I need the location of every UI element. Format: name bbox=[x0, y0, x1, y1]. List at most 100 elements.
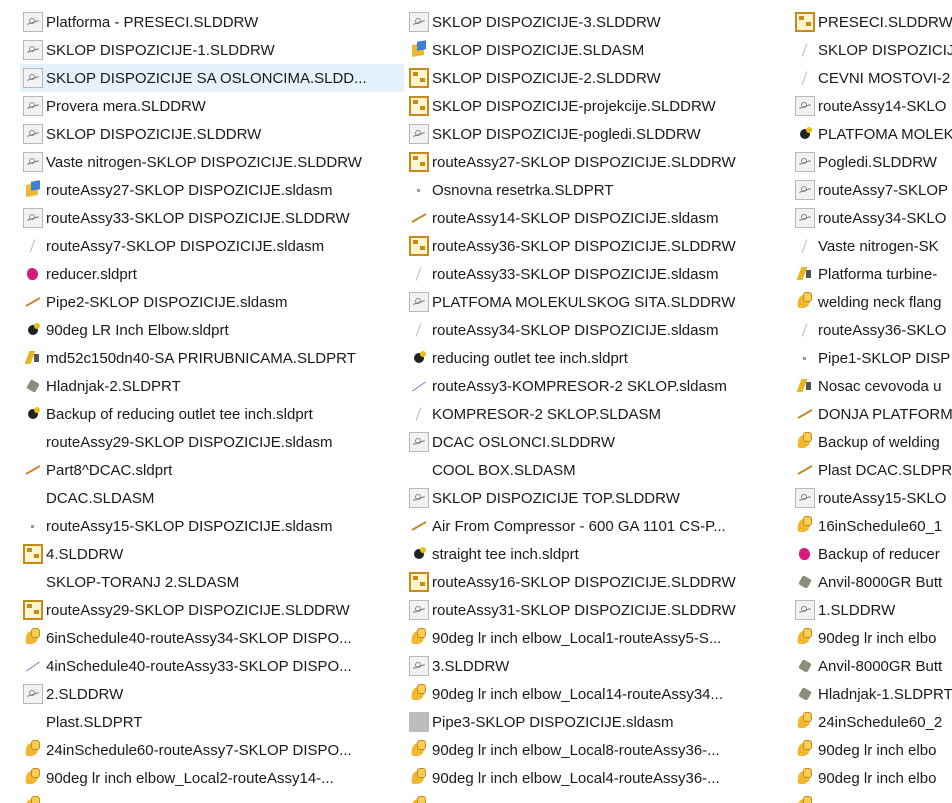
file-item[interactable]: SKLOP DISPOZICIJE- bbox=[792, 36, 952, 64]
file-item[interactable]: 4inSchedule40-routeAssy33-SKLOP DISPO... bbox=[20, 652, 404, 680]
file-item[interactable]: routeAssy33-SKLOP DISPOZICIJE.SLDDRW bbox=[20, 204, 404, 232]
file-item[interactable]: Plast.SLDPRT bbox=[20, 708, 404, 736]
file-item[interactable]: 24inSchedule60-routeAssy7-SKLOP DISPO... bbox=[20, 736, 404, 764]
file-item[interactable]: Pogledi.SLDDRW bbox=[792, 148, 952, 176]
file-item-label: Anvil-8000GR Butt bbox=[818, 657, 943, 675]
file-item[interactable]: 90deg lr inch elbow_Local14-routeAssy34.… bbox=[406, 680, 782, 708]
file-item[interactable]: reducing outlet tee inch.sldprt bbox=[406, 344, 782, 372]
file-item[interactable]: routeAssy14-SKLOP DISPOZICIJE.sldasm bbox=[406, 204, 782, 232]
file-item-label: DCAC.SLDASM bbox=[46, 489, 155, 507]
file-item[interactable]: md52c150dn40-SA PRIRUBNICAMA.SLDPRT bbox=[20, 344, 404, 372]
file-item[interactable]: 90deg lr inch elbo bbox=[792, 736, 952, 764]
file-item[interactable]: Backup of welding bbox=[792, 428, 952, 456]
file-item[interactable]: 3.SLDDRW bbox=[406, 652, 782, 680]
assembly-blue-icon bbox=[23, 180, 43, 200]
file-item[interactable]: 4.SLDDRW bbox=[20, 540, 404, 568]
file-item[interactable]: KOMPRESOR-2 SKLOP.SLDASM bbox=[406, 400, 782, 428]
file-item[interactable]: 16inSchedule60_1 bbox=[792, 512, 952, 540]
file-item-label: 16inSchedule60_1 bbox=[818, 517, 943, 535]
file-item[interactable]: PLATFOMA MOLEK bbox=[792, 120, 952, 148]
file-item[interactable]: Backup of reducer bbox=[792, 540, 952, 568]
file-item[interactable]: routeAssy15-SKLOP DISPOZICIJE.sldasm bbox=[20, 512, 404, 540]
file-item[interactable]: SKLOP DISPOZICIJE-1.SLDDRW bbox=[20, 36, 404, 64]
file-item-label: SKLOP DISPOZICIJE-1.SLDDRW bbox=[46, 41, 275, 59]
file-item-label: 90deg lr inch elbo bbox=[818, 741, 937, 759]
file-item[interactable]: reducer.sldprt bbox=[20, 260, 404, 288]
file-item[interactable]: 90deg LR Inch Elbow.sldprt bbox=[20, 316, 404, 344]
file-item[interactable]: 90deg lr inch elbo bbox=[792, 764, 952, 792]
file-item[interactable]: SKLOP DISPOZICIJE-pogledi.SLDDRW bbox=[406, 120, 782, 148]
file-item[interactable]: routeAssy29-SKLOP DISPOZICIJE.sldasm bbox=[20, 428, 404, 456]
file-item[interactable]: Pipe2-SKLOP DISPOZICIJE.sldasm bbox=[20, 288, 404, 316]
file-item[interactable]: Vaste nitrogen-SKLOP DISPOZICIJE.SLDDRW bbox=[20, 148, 404, 176]
file-item[interactable]: Plast DCAC.SLDPR bbox=[792, 456, 952, 484]
file-item[interactable]: routeAssy29-SKLOP DISPOZICIJE.SLDDRW bbox=[20, 596, 404, 624]
file-item[interactable]: straight tee inch.sldprt bbox=[406, 540, 782, 568]
file-item[interactable]: routeAssy31-SKLOP DISPOZICIJE.SLDDRW bbox=[406, 596, 782, 624]
file-item[interactable]: 90deg lr inch elbo bbox=[792, 624, 952, 652]
file-item[interactable]: routeAssy27-SKLOP DISPOZICIJE.SLDDRW bbox=[406, 148, 782, 176]
file-item[interactable]: 1.SLDDRW bbox=[792, 596, 952, 624]
file-item[interactable]: Air From Compressor - 600 GA 1101 CS-P..… bbox=[406, 512, 782, 540]
file-item[interactable]: PRESECI.SLDDRW bbox=[792, 8, 952, 36]
file-item[interactable]: DONJA PLATFORM bbox=[792, 400, 952, 428]
file-item[interactable]: Nosac cevovoda u bbox=[792, 372, 952, 400]
file-item[interactable]: 90deg lr inch elbow_Local1-routeAssy5-S.… bbox=[406, 624, 782, 652]
file-item[interactable]: SKLOP DISPOZICIJE SA OSLONCIMA.SLDD... bbox=[20, 64, 404, 92]
file-item[interactable]: Pipe3-SKLOP DISPOZICIJE.sldasm bbox=[406, 708, 782, 736]
file-item[interactable]: SKLOP DISPOZICIJE-3.SLDDRW bbox=[406, 8, 782, 36]
drawing-frame-icon bbox=[409, 236, 429, 256]
file-item[interactable]: routeAssy34-SKLO bbox=[792, 204, 952, 232]
file-item[interactable]: welding neck flang bbox=[792, 288, 952, 316]
file-item[interactable]: SKLOP-TORANJ 2.SLDASM bbox=[20, 568, 404, 596]
file-item[interactable]: COOL BOX.SLDASM bbox=[406, 456, 782, 484]
file-item[interactable]: routeAssy7-SKLOP DISPOZICIJE.sldasm bbox=[20, 232, 404, 260]
file-item[interactable] bbox=[792, 792, 952, 803]
blank-icon bbox=[23, 572, 43, 592]
drawing-sketch-icon bbox=[23, 68, 43, 88]
file-item[interactable]: PLATFOMA MOLEKULSKOG SITA.SLDDRW bbox=[406, 288, 782, 316]
file-item[interactable]: SKLOP DISPOZICIJE-projekcije.SLDDRW bbox=[406, 92, 782, 120]
file-item[interactable]: Anvil-8000GR Butt bbox=[792, 568, 952, 596]
file-item[interactable]: 24inSchedule60_2 bbox=[792, 708, 952, 736]
file-item[interactable]: routeAssy27-SKLOP DISPOZICIJE.sldasm bbox=[20, 176, 404, 204]
file-item[interactable]: SKLOP DISPOZICIJE TOP.SLDDRW bbox=[406, 484, 782, 512]
file-item[interactable]: routeAssy16-SKLOP DISPOZICIJE.SLDDRW bbox=[406, 568, 782, 596]
file-item[interactable]: Platforma - PRESECI.SLDDRW bbox=[20, 8, 404, 36]
file-item[interactable]: routeAssy7-SKLOP bbox=[792, 176, 952, 204]
file-item[interactable]: Part8^DCAC.sldprt bbox=[20, 456, 404, 484]
file-item[interactable]: Backup of reducing outlet tee inch.sldpr… bbox=[20, 400, 404, 428]
file-item[interactable]: routeAssy15-SKLO bbox=[792, 484, 952, 512]
file-item[interactable]: routeAssy34-SKLOP DISPOZICIJE.sldasm bbox=[406, 316, 782, 344]
file-item[interactable]: routeAssy36-SKLOP DISPOZICIJE.SLDDRW bbox=[406, 232, 782, 260]
file-item[interactable]: SKLOP DISPOZICIJE.SLDDRW bbox=[20, 120, 404, 148]
file-item-label: Plast.SLDPRT bbox=[46, 713, 143, 731]
file-item[interactable]: DCAC.SLDASM bbox=[20, 484, 404, 512]
file-item[interactable]: 90deg lr inch elbow_Local8-routeAssy36-.… bbox=[406, 736, 782, 764]
file-item[interactable]: Vaste nitrogen-SK bbox=[792, 232, 952, 260]
file-item[interactable]: Pipe1-SKLOP DISP bbox=[792, 344, 952, 372]
file-item[interactable]: Provera mera.SLDDRW bbox=[20, 92, 404, 120]
file-item[interactable] bbox=[406, 792, 782, 803]
file-item[interactable]: Hladnjak-1.SLDPRT bbox=[792, 680, 952, 708]
drawing-frame-icon bbox=[795, 12, 815, 32]
file-item[interactable]: Osnovna resetrka.SLDPRT bbox=[406, 176, 782, 204]
file-item[interactable]: CEVNI MOSTOVI-2 bbox=[792, 64, 952, 92]
file-item[interactable]: routeAssy3-KOMPRESOR-2 SKLOP.sldasm bbox=[406, 372, 782, 400]
file-item[interactable]: 90deg lr inch elbow_Local2-routeAssy14-.… bbox=[20, 764, 404, 792]
file-item[interactable]: Anvil-8000GR Butt bbox=[792, 652, 952, 680]
file-column-3: PRESECI.SLDDRW SKLOP DISPOZICIJE- CEVNI MO… bbox=[792, 8, 952, 803]
file-item[interactable]: routeAssy36-SKLO bbox=[792, 316, 952, 344]
file-item[interactable]: Hladnjak-2.SLDPRT bbox=[20, 372, 404, 400]
file-item[interactable]: 90deg lr inch elbow_Local4-routeAssy36-.… bbox=[406, 764, 782, 792]
file-item[interactable]: SKLOP DISPOZICIJE-2.SLDDRW bbox=[406, 64, 782, 92]
file-item[interactable]: 6inSchedule40-routeAssy34-SKLOP DISPO... bbox=[20, 624, 404, 652]
file-list-view[interactable]: Platforma - PRESECI.SLDDRW SKLOP DISPOZIC… bbox=[0, 0, 952, 803]
file-item[interactable] bbox=[20, 792, 404, 803]
file-item[interactable]: routeAssy14-SKLO bbox=[792, 92, 952, 120]
file-item[interactable]: SKLOP DISPOZICIJE.SLDASM bbox=[406, 36, 782, 64]
file-item[interactable]: 2.SLDDRW bbox=[20, 680, 404, 708]
file-item[interactable]: DCAC OSLONCI.SLDDRW bbox=[406, 428, 782, 456]
file-item[interactable]: Platforma turbine- bbox=[792, 260, 952, 288]
file-item[interactable]: routeAssy33-SKLOP DISPOZICIJE.sldasm bbox=[406, 260, 782, 288]
